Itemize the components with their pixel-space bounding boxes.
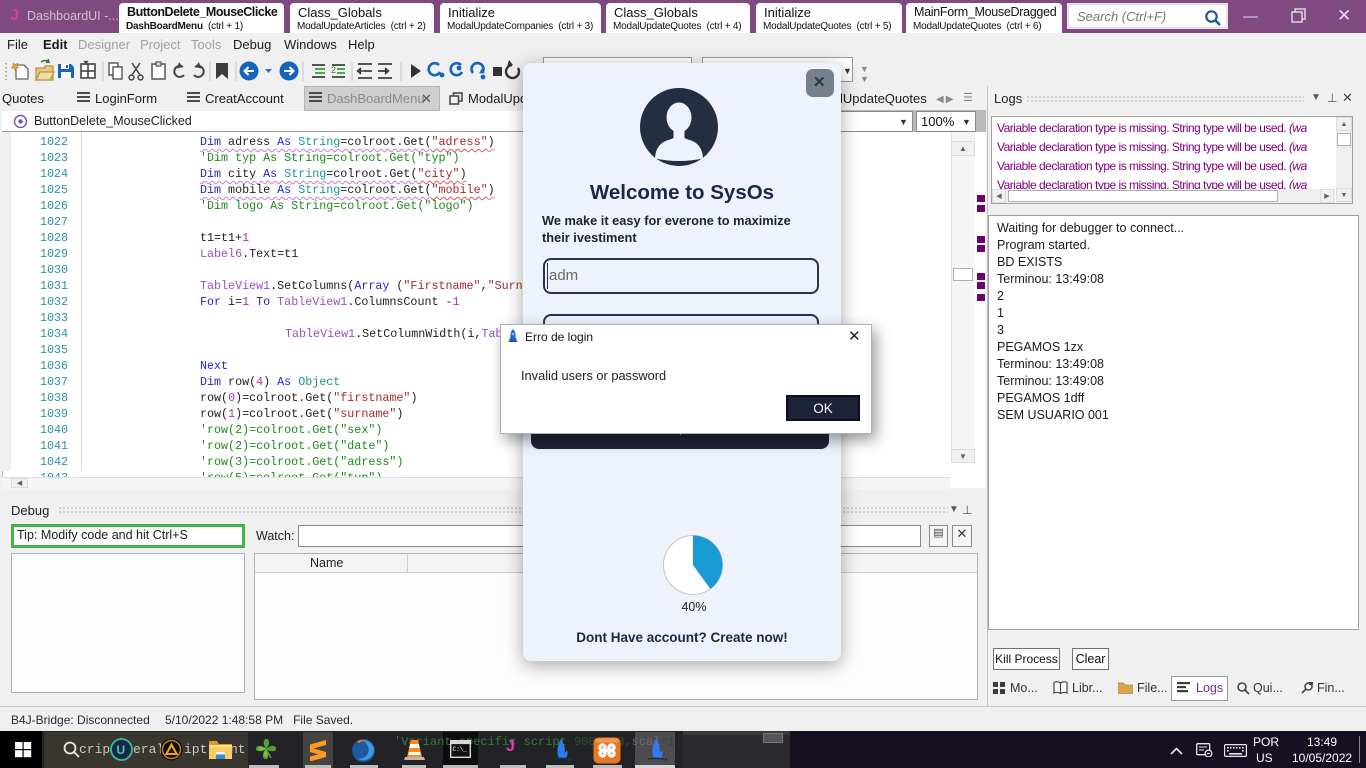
svg-text:U: U [117,743,126,757]
svg-text:2: 2 [331,65,336,75]
svg-text:C:\_: C:\_ [453,746,468,753]
